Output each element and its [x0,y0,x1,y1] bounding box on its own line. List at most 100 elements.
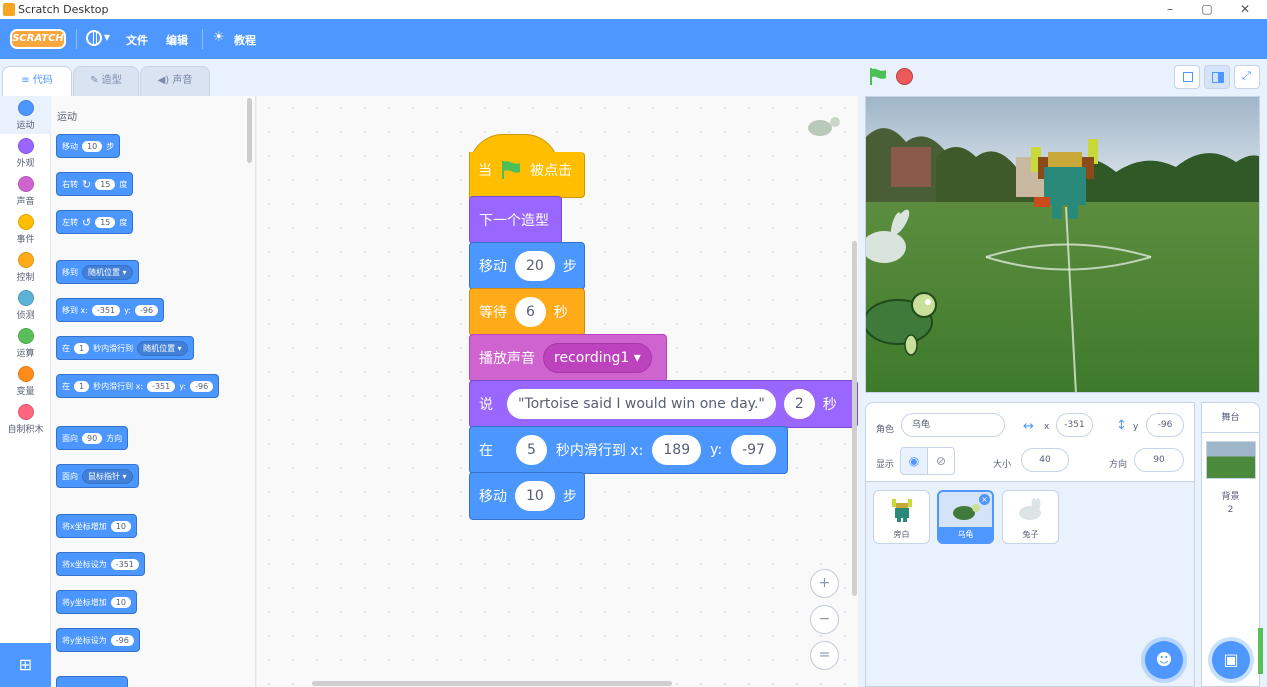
close-button[interactable]: ✕ [1235,2,1255,16]
block-input[interactable]: -97 [731,435,776,465]
category-looks[interactable]: 外观 [0,134,51,172]
hide-sprite-button[interactable]: ⊘ [927,447,955,475]
sprite-tile-rabbit[interactable]: 兔子 [1002,490,1059,544]
language-caret-icon[interactable]: ▾ [104,30,110,44]
delete-sprite-icon[interactable]: × [979,494,990,505]
scratch-logo[interactable]: SCRATCH [10,29,66,49]
minimize-button[interactable]: – [1160,2,1180,16]
block-dropdown[interactable]: 鼠标指针 ▾ [82,468,133,484]
language-globe-icon[interactable] [86,30,102,46]
show-sprite-button[interactable]: ◉ [900,447,928,475]
block-input[interactable]: 15 [95,178,116,190]
block-goto-target[interactable]: 移到 随机位置 ▾ [56,260,139,284]
tab-costumes[interactable]: ✎ 造型 [73,66,139,96]
zoom-in-button[interactable]: + [810,569,839,598]
say-message-input[interactable]: "Tortoise said I would win one day." [507,389,776,419]
block-set-y[interactable]: 将y坐标设为 -96 [56,628,140,652]
block-input[interactable]: -351 [91,304,121,316]
small-stage-button[interactable] [1174,65,1200,89]
block-input[interactable]: 10 [515,481,555,511]
block-input[interactable]: -96 [135,304,159,316]
tab-sounds[interactable]: ◀) 声音 [140,66,210,96]
category-variables[interactable]: 变量 [0,362,51,400]
block-point-direction[interactable]: 面向 90 方向 [56,426,129,450]
size-input[interactable]: 40 [1021,448,1069,472]
category-sensing[interactable]: 侦测 [0,286,51,324]
y-position-input[interactable]: -96 [1146,413,1184,437]
category-events[interactable]: 事件 [0,210,51,248]
block-partial[interactable] [56,676,128,687]
block-set-x[interactable]: 将x坐标设为 -351 [56,552,145,576]
block-input[interactable]: 20 [515,251,555,281]
next-costume-block[interactable]: 下一个造型 [469,196,562,244]
zoom-reset-button[interactable]: = [810,641,839,670]
sound-dropdown[interactable]: recording1 ▾ [543,343,652,373]
block-input[interactable]: -351 [110,558,139,570]
move-20-steps-block[interactable]: 移动 20 步 [469,242,585,290]
category-operators[interactable]: 运算 [0,324,51,362]
workspace-vertical-scrollbar[interactable] [852,241,857,596]
block-input[interactable]: 1 [74,342,90,354]
block-dropdown[interactable]: 随机位置 ▾ [137,340,188,356]
brush-icon: ✎ [90,75,102,86]
category-dot-icon [17,404,34,420]
sprite-name-input[interactable]: 乌龟 [901,413,1005,437]
block-input[interactable]: 10 [82,140,103,152]
glide-to-xy-block[interactable]: 在 5 秒内滑行到 x: 189 y: -97 [469,426,788,474]
category-sound[interactable]: 声音 [0,172,51,210]
category-motion[interactable]: 运动 [0,96,51,134]
edit-menu[interactable]: 编辑 [166,32,188,48]
block-text: 秒内滑行到 x: [93,381,144,391]
block-input[interactable]: -96 [110,634,134,646]
block-input[interactable]: 1 [74,380,90,392]
block-input[interactable]: 6 [515,297,546,327]
backdrop-thumbnail[interactable] [1206,441,1256,479]
maximize-button[interactable]: ▢ [1197,2,1217,16]
workspace-horizontal-scrollbar[interactable] [312,681,672,686]
block-change-y[interactable]: 将y坐标增加 10 [56,590,137,614]
move-10-steps-block[interactable]: 移动 10 步 [469,472,585,520]
block-glide-target[interactable]: 在 1 秒内滑行到 随机位置 ▾ [56,336,194,360]
file-menu[interactable]: 文件 [126,32,148,48]
block-input[interactable]: 2 [783,389,815,419]
block-input[interactable]: 10 [110,596,131,608]
stage-canvas[interactable] [865,96,1260,393]
zoom-out-button[interactable]: − [810,605,839,634]
category-my-blocks[interactable]: 自制积木 [0,400,51,438]
block-input[interactable]: 5 [516,435,547,465]
block-turn-right[interactable]: 右转 ↻ 15 度 [56,172,134,196]
choose-sprite-button[interactable]: ☻ [1145,641,1183,679]
say-for-secs-block[interactable]: 说 "Tortoise said I would win one day." 2 秒 [469,380,858,428]
green-flag-icon[interactable] [869,68,887,85]
tutorials-menu[interactable]: 教程 [234,32,256,48]
block-glide-xy[interactable]: 在 1 秒内滑行到 x: -351 y: -96 [56,374,220,398]
normal-stage-button[interactable] [1204,65,1230,89]
play-sound-block[interactable]: 播放声音 recording1 ▾ [469,334,667,382]
block-move-steps[interactable]: 移动 10 步 [56,134,121,158]
block-goto-xy[interactable]: 移到 x: -351 y: -96 [56,298,165,322]
sprite-tile-narrator[interactable]: 旁白 [873,490,930,544]
block-dropdown[interactable]: 随机位置 ▾ [82,264,133,280]
category-control[interactable]: 控制 [0,248,51,286]
palette-scrollbar[interactable] [247,98,252,163]
when-flag-clicked-block[interactable]: 当 被点击 [469,134,585,198]
stop-icon[interactable] [896,68,913,85]
add-extension-button[interactable]: ⊞ [0,643,51,687]
block-change-x[interactable]: 将x坐标增加 10 [56,514,137,538]
block-input[interactable]: -351 [147,380,176,392]
block-turn-left[interactable]: 左转 ↺ 15 度 [56,210,134,234]
fullscreen-button[interactable]: ⤢ [1234,65,1260,89]
choose-backdrop-button[interactable]: ▣ [1212,641,1250,679]
code-workspace[interactable]: 当 被点击 下一个造型 移动 20 步 等待 6 秒 播放声音 recording1 ▾ … [257,96,858,687]
sprite-tile-tortoise[interactable]: × 乌龟 [937,490,994,544]
direction-input[interactable]: 90 [1134,448,1184,472]
block-input[interactable]: -96 [190,380,214,392]
block-input[interactable]: 10 [110,520,131,532]
block-input[interactable]: 189 [652,435,702,465]
block-input[interactable]: 15 [95,216,116,228]
x-position-input[interactable]: -351 [1056,413,1093,437]
wait-seconds-block[interactable]: 等待 6 秒 [469,288,585,336]
block-point-towards[interactable]: 面向 鼠标指针 ▾ [56,464,139,488]
block-input[interactable]: 90 [82,432,103,444]
tab-code[interactable]: ≡ 代码 [2,66,72,97]
